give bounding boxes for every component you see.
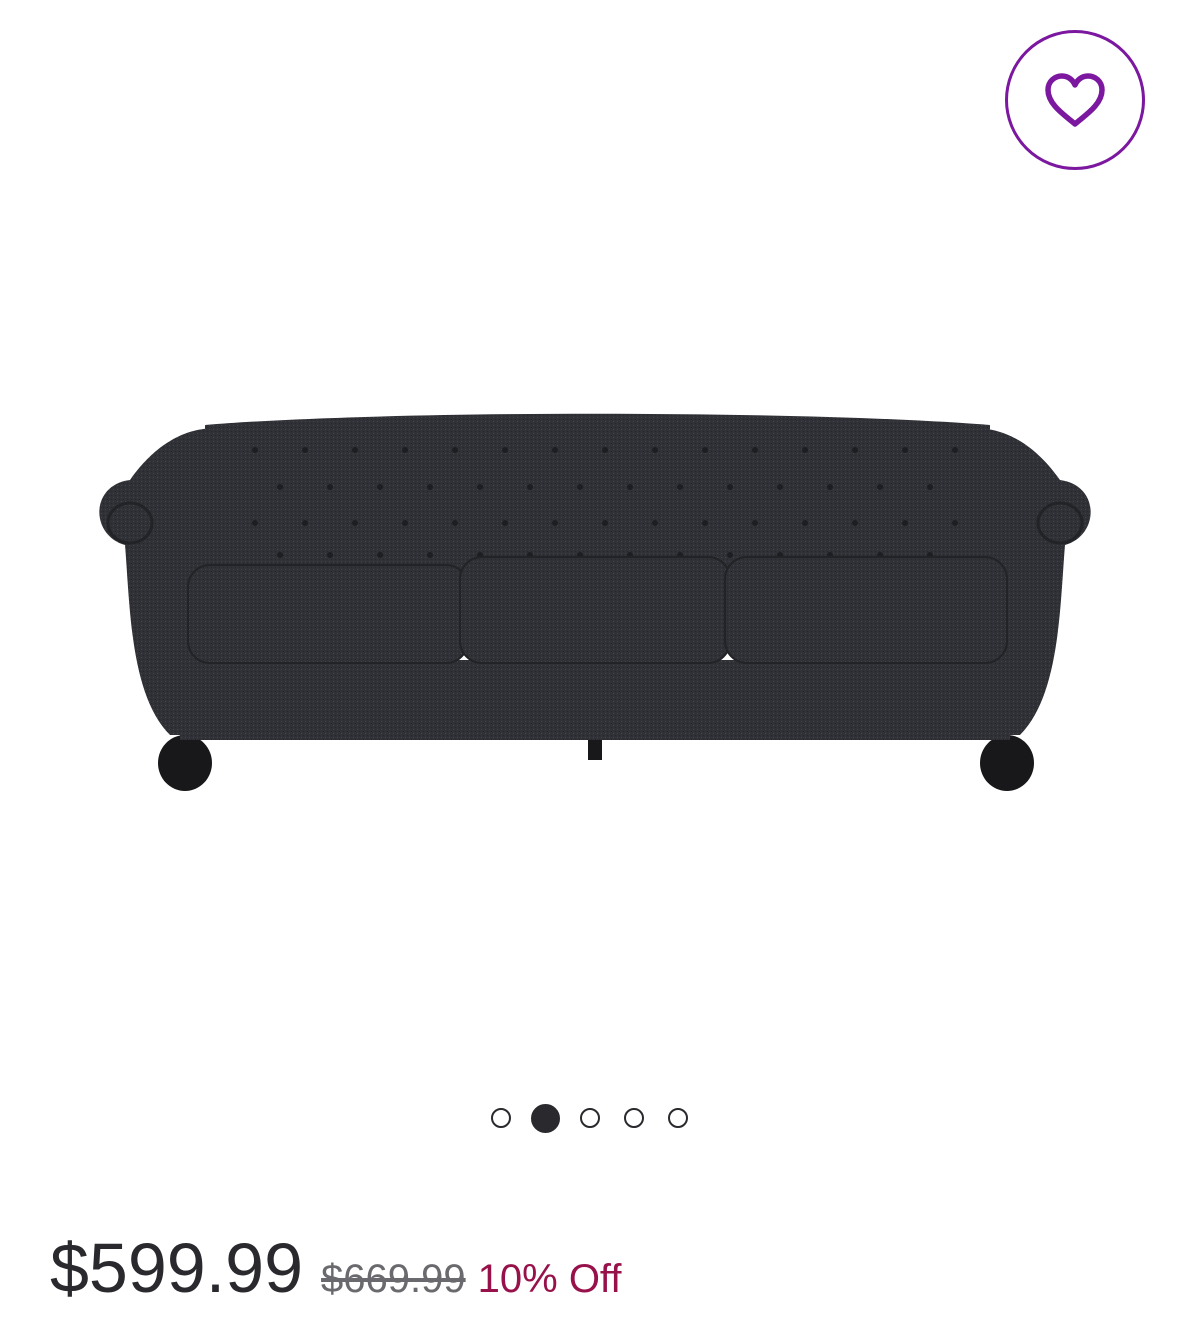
carousel-dot-5[interactable] <box>668 1108 688 1128</box>
product-image[interactable] <box>85 405 1105 800</box>
carousel-dot-2-active[interactable] <box>531 1103 560 1133</box>
current-price: $599.99 <box>50 1229 304 1307</box>
price-row: $599.99 $669.99 10% Off <box>50 1228 621 1308</box>
product-page: $599.99 $669.99 10% Off <box>0 0 1179 1331</box>
sofa-leg-left <box>158 735 212 791</box>
heart-icon <box>1045 73 1105 127</box>
sofa-cushion-left <box>187 564 469 664</box>
carousel-dot-1[interactable] <box>491 1108 511 1128</box>
sofa-back <box>205 413 990 575</box>
discount-label: 10% Off <box>477 1257 622 1301</box>
carousel-dot-3[interactable] <box>580 1108 600 1128</box>
sofa-cushion-middle <box>459 556 731 664</box>
original-price: $669.99 <box>321 1257 466 1301</box>
carousel-dot-4[interactable] <box>624 1108 644 1128</box>
carousel-indicator <box>0 1102 1179 1134</box>
favorite-button[interactable] <box>1005 30 1145 170</box>
sofa-cushion-right <box>724 556 1008 664</box>
sofa-base <box>180 660 1010 740</box>
sofa-leg-right <box>980 735 1034 791</box>
sofa-leg-center <box>588 740 602 760</box>
